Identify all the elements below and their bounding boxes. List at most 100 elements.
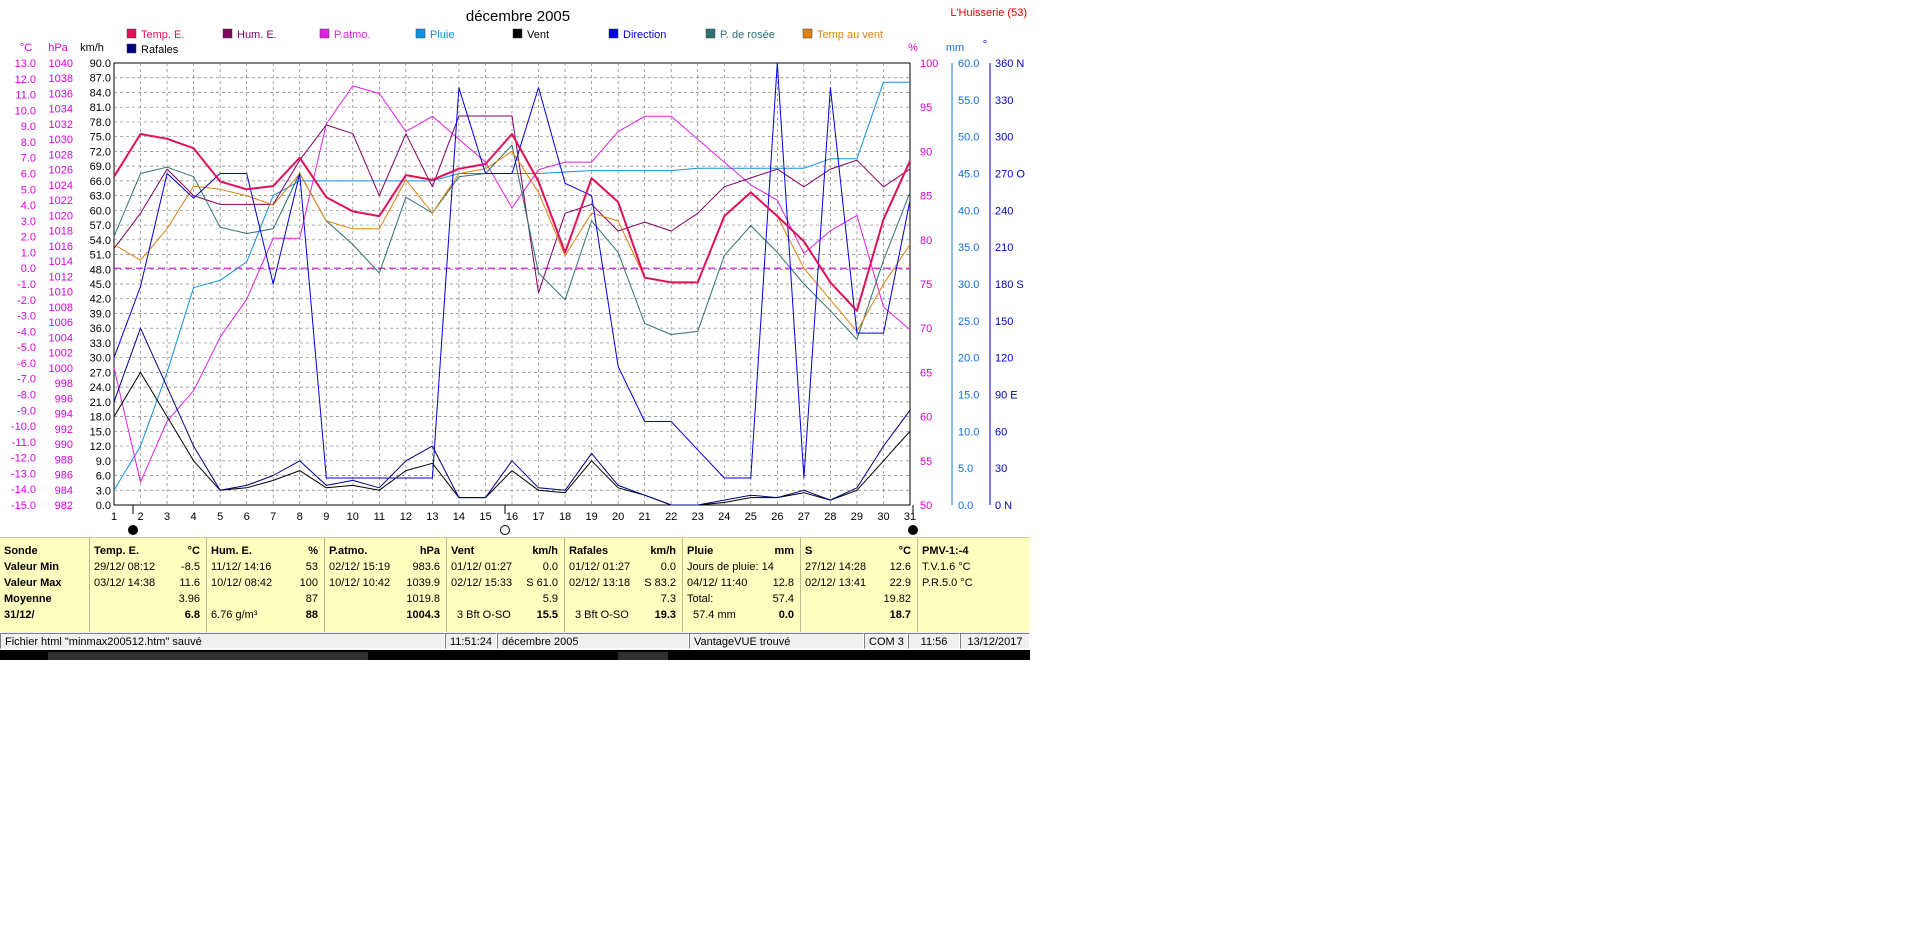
x-tick-label: 12 [400,511,412,523]
legend-label: Temp au vent [817,29,883,41]
axis-unit-temp: °C [20,42,32,54]
pluie-last: 0.0 [778,609,794,621]
rain-tick-label: 10.0 [958,426,979,438]
vent-mean: 5.9 [542,593,558,605]
pressure-tick-label: 1006 [49,317,73,329]
temp-max-date: 03/12/ 14:38 [94,577,156,589]
pressure-tick-label: 1036 [49,88,73,100]
legend-swatch [705,28,716,39]
pressure-tick-label: 1038 [49,73,73,85]
pluie-total: 57.4 [772,593,794,605]
stats-col-hum: Hum. E.% 11/12/ 14:16 53 10/12/ 08:42 100 … [207,538,325,632]
temp-tick-label: -4.0 [17,326,36,338]
temp-axis: 13.0 12.0 11.0 10.0 9.0 8.0 7.0 6.0 5.0 4.0 3.0 2.0… [11,58,36,512]
wind-tick-label: 12.0 [90,441,111,453]
humidity-tick-label: 100 [920,58,938,70]
weather-chart: décembre 2005 L'Huisserie (53) Temp. E. H… [11,7,1027,535]
temp-header: Temp. E. [94,545,140,557]
s-max-date: 02/12/ 13:41 [805,577,867,589]
wind-tick-label: 90.0 [90,58,111,70]
temp-tick-label: -2.0 [17,295,36,307]
status-clock: 11:56 [908,633,960,649]
hum-last: 88 [305,609,318,621]
vent-min-value: 0.0 [542,561,558,573]
status-date: 13/12/2017 [960,633,1030,649]
axis-unit-rain: mm [946,42,964,54]
humidity-tick-label: 60 [920,412,932,424]
taskbar-strip [0,650,1030,660]
wind-tick-label: 69.0 [90,161,111,173]
temp-last: 6.8 [184,609,200,621]
wind-tick-label: 18.0 [90,412,111,424]
full-moon-icon [500,525,510,535]
legend-swatch [608,28,619,39]
pluie-total-label: Total: [687,593,714,605]
rain-tick-label: 20.0 [958,353,979,365]
stats-col-pmv: PMV-1:-4 T.V.1.6 °C P.R.5.0 °C [918,538,1029,632]
patmo-min-value: 983.6 [412,561,440,573]
pressure-tick-label: 996 [55,393,73,405]
wind-tick-label: 45.0 [90,279,111,291]
rain-tick-label: 30.0 [958,279,979,291]
wind-tick-label: 57.0 [90,220,111,232]
rafales-max-value: S 83.2 [644,577,676,589]
temp-tick-label: 0.0 [21,263,36,275]
pmv-header: PMV-1:-4 [922,545,969,557]
legend-label: Rafales [141,44,179,56]
stats-col-temp: Temp. E. °C 29/12/ 08:12 -8.5 03/12/ 14:38… [90,538,207,632]
temp-max-value: 11.6 [179,577,200,589]
direction-tick-label: 210 [995,242,1013,254]
wind-tick-label: 60.0 [90,205,111,217]
wind-tick-label: 84.0 [90,87,111,99]
status-month: décembre 2005 [497,633,689,649]
s-min-date: 27/12/ 14:28 [805,561,867,573]
stats-col-s: S °C 27/12/ 14:28 12.6 02/12/ 13:41 22.9 19… [801,538,918,632]
direction-tick-label: 360 N [995,58,1024,70]
temp-tick-label: 3.0 [21,216,36,228]
pressure-tick-label: 1000 [49,363,73,375]
x-tick-label: 5 [217,511,223,523]
axis-unit-wind: km/h [80,42,104,54]
pressure-tick-label: 988 [55,454,73,466]
pressure-tick-label: 1018 [49,226,73,238]
temp-tick-label: -12.0 [11,453,36,465]
new-moon-icon [128,525,138,535]
wind-tick-label: 81.0 [90,102,111,114]
legend-swatch [319,28,330,39]
wind-tick-label: 3.0 [96,485,111,497]
legend-label: P. de rosée [720,29,775,41]
temp-tick-label: -11.0 [12,437,36,449]
x-tick-label: 21 [639,511,651,523]
pressure-tick-label: 1022 [49,195,73,207]
rafales-min-date: 01/12/ 01:27 [569,561,631,573]
humidity-tick-label: 90 [920,146,932,158]
temp-tick-label: -3.0 [17,311,36,323]
s-last: 18.7 [889,609,911,621]
pressure-tick-label: 986 [55,470,73,482]
rain-tick-label: 25.0 [958,316,979,328]
humidity-tick-label: 75 [920,279,932,291]
pressure-tick-label: 1008 [49,302,73,314]
s-min-value: 12.6 [889,561,911,573]
wind-tick-label: 9.0 [96,456,111,468]
status-time: 11:51:24 [445,633,497,649]
x-tick-label: 10 [347,511,359,523]
temp-tick-label: 13.0 [15,58,36,70]
pressure-tick-label: 1016 [49,241,73,253]
legend-label: P.atmo. [334,29,371,41]
hum-max-value: 100 [299,577,318,589]
rafales-max-date: 02/12/ 13:18 [569,577,631,589]
hum-min-date: 11/12/ 14:16 [211,561,272,573]
patmo-header: P.atmo. [329,545,368,557]
station-name: L'Huisserie (53) [950,7,1027,19]
x-tick-label: 17 [532,511,544,523]
pressure-tick-label: 1040 [49,58,73,70]
rafales-beaufort: 3 Bft O-SO [575,609,629,621]
temp-tick-label: -1.0 [17,279,36,291]
vent-max-date: 02/12/ 15:33 [451,577,513,589]
wind-tick-label: 24.0 [90,382,111,394]
temp-min-value: -8.5 [181,561,200,573]
wind-tick-label: 15.0 [90,426,111,438]
legend-label: Pluie [430,29,454,41]
rain-tick-label: 35.0 [958,242,979,254]
